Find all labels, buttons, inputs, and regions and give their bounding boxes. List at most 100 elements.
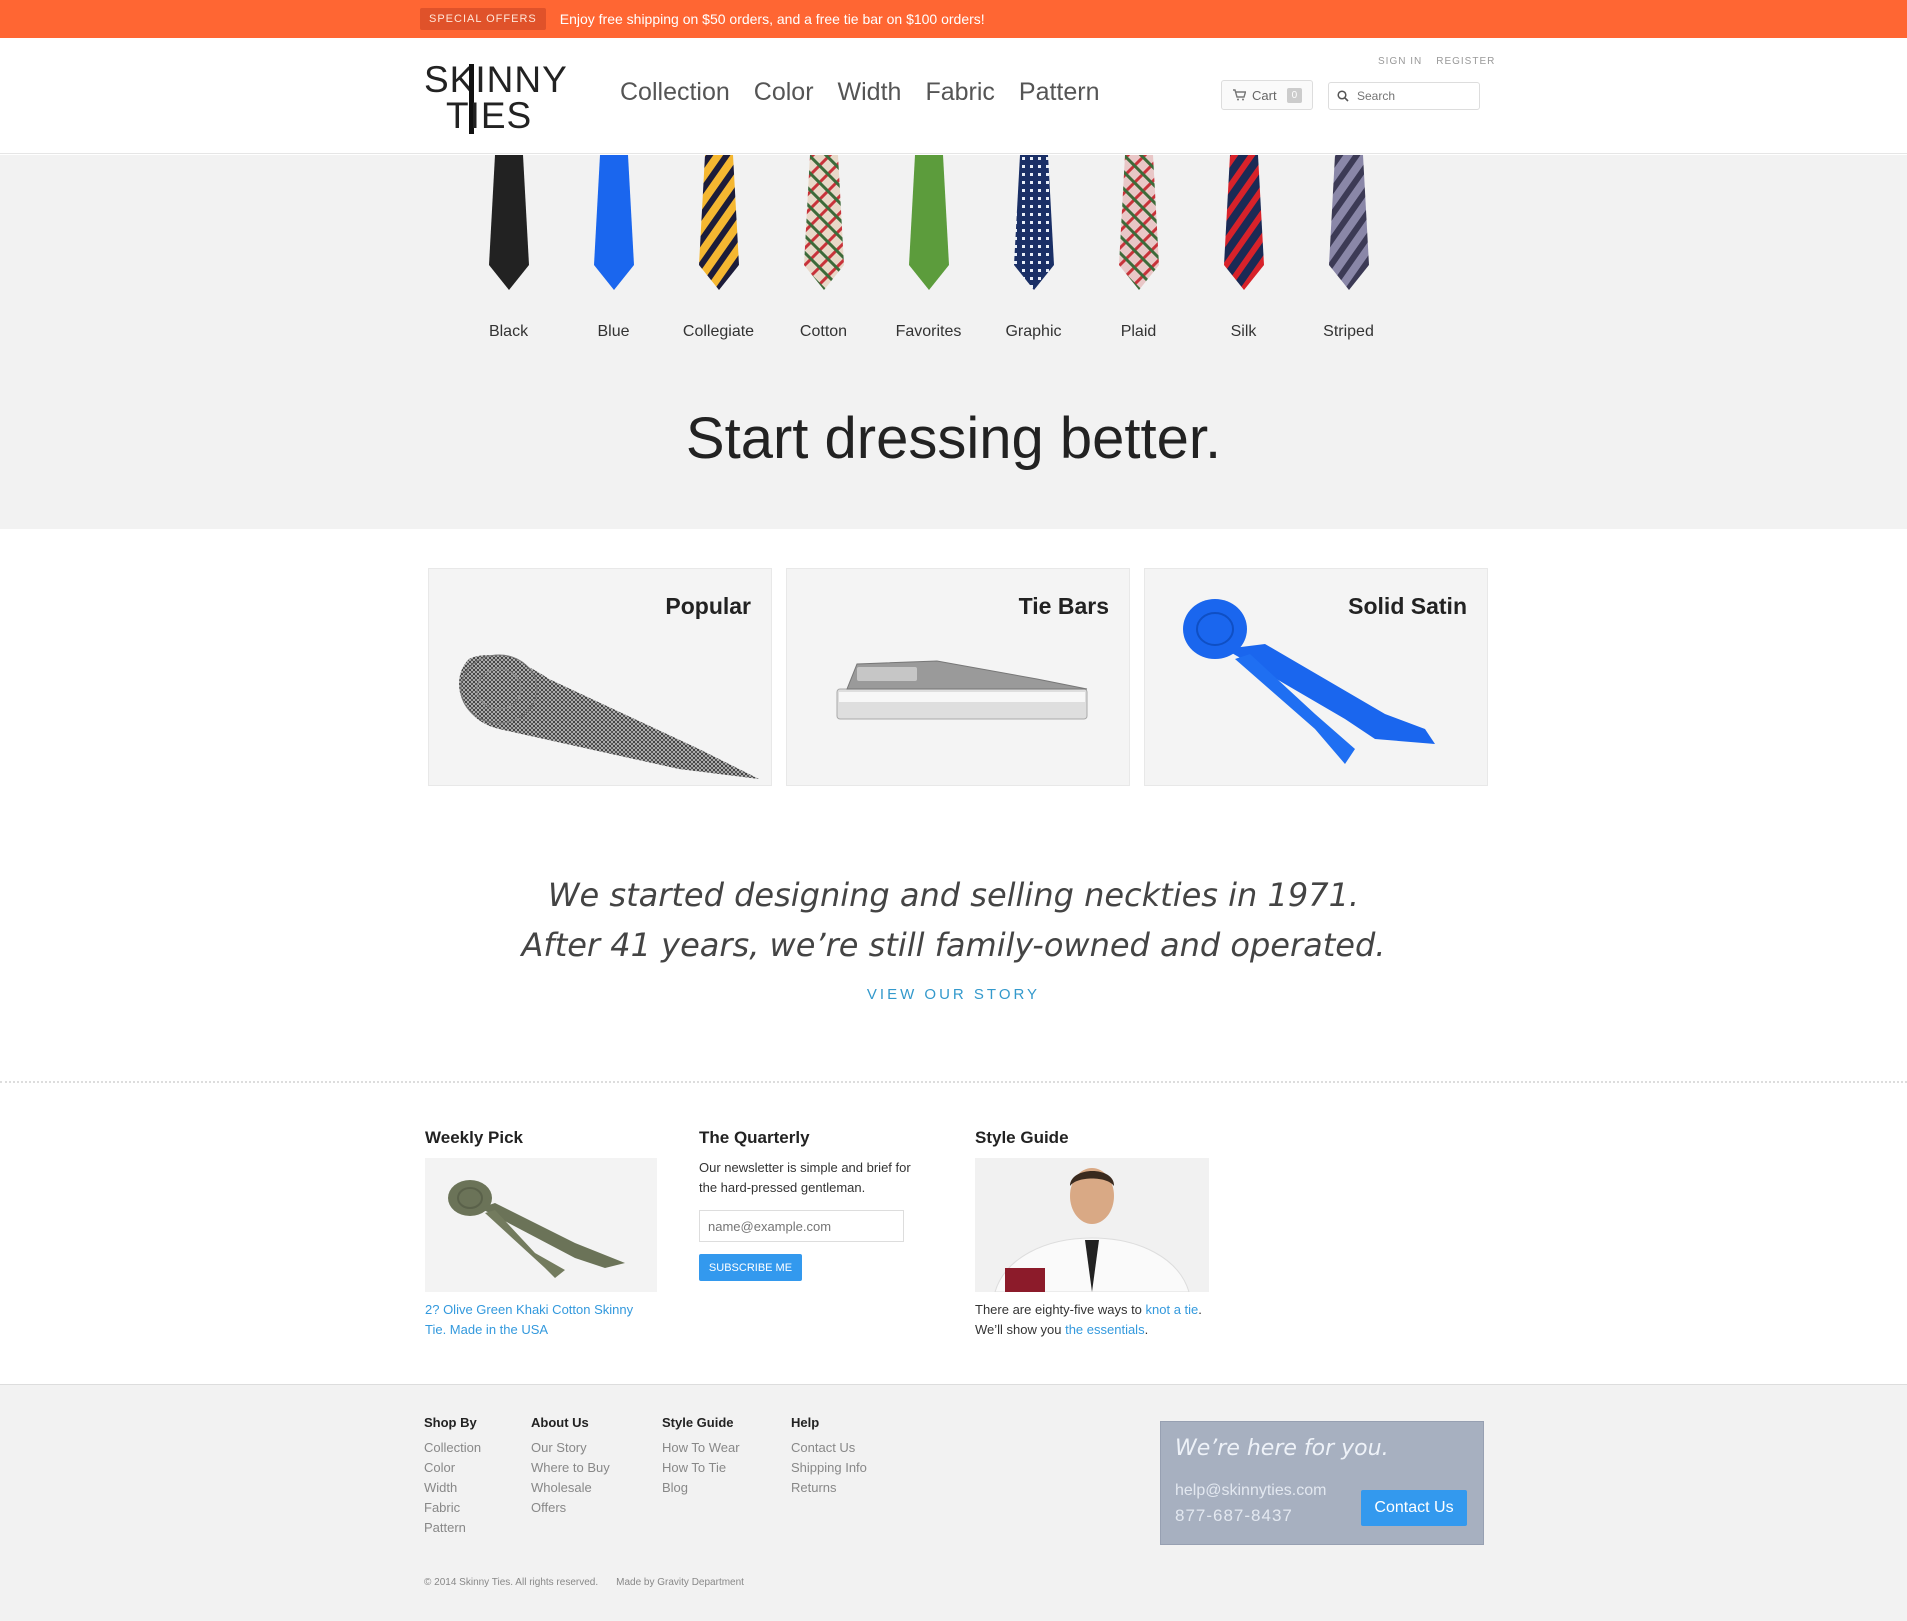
tie-item-blue[interactable]: Blue (561, 155, 666, 341)
search-box (1328, 82, 1480, 110)
nav-width[interactable]: Width (838, 78, 902, 107)
tie-collegiate-image (698, 155, 739, 290)
nav-fabric[interactable]: Fabric (925, 78, 994, 107)
weekly-pick-image[interactable] (425, 1158, 657, 1292)
nav-collection[interactable]: Collection (620, 78, 730, 107)
tie-item-silk[interactable]: Silk (1191, 155, 1296, 341)
style-guide-widget: Style Guide There are eighty-five ways t… (975, 1128, 1209, 1340)
footer-link-our-story[interactable]: Our Story (531, 1438, 610, 1458)
special-offers-badge[interactable]: SPECIAL OFFERS (420, 8, 546, 30)
search-icon (1337, 90, 1349, 102)
contact-email[interactable]: help@skinnyties.com (1175, 1482, 1326, 1500)
footer-col-about-us: About Us Our Story Where to Buy Wholesal… (531, 1415, 610, 1518)
footer-col-title: Style Guide (662, 1415, 734, 1430)
footer-link-color[interactable]: Color (424, 1458, 481, 1478)
footer-link-returns[interactable]: Returns (791, 1478, 867, 1498)
copyright-text: © 2014 Skinny Ties. All rights reserved. (424, 1577, 599, 1588)
tie-black-image (488, 155, 529, 290)
cart-button[interactable]: Cart 0 (1221, 80, 1313, 110)
footer-link-width[interactable]: Width (424, 1478, 481, 1498)
category-solid-satin-title: Solid Satin (1348, 593, 1467, 619)
contact-us-button[interactable]: Contact Us (1361, 1490, 1467, 1526)
cart-icon (1233, 89, 1246, 101)
category-tie-bars-title: Tie Bars (1018, 593, 1109, 619)
logo-line1: SKINNY (424, 59, 568, 100)
footer-link-offers[interactable]: Offers (531, 1498, 610, 1518)
essentials-link[interactable]: the essentials (1065, 1322, 1145, 1337)
category-popular[interactable]: Popular (428, 568, 772, 786)
search-input[interactable] (1357, 89, 1467, 103)
hero-section: Black Blue Collegiate Cotton Favorites Graphi… (0, 155, 1907, 529)
subscribe-button[interactable]: SUBSCRIBE ME (699, 1254, 802, 1281)
footer-link-fabric[interactable]: Fabric (424, 1498, 481, 1518)
footer-link-pattern[interactable]: Pattern (424, 1518, 481, 1538)
footer-link-contact-us[interactable]: Contact Us (791, 1438, 867, 1458)
style-guide-text-3: . (1144, 1322, 1149, 1337)
tie-item-plaid[interactable]: Plaid (1086, 155, 1191, 341)
tie-striped-image (1328, 155, 1369, 290)
footer-link-how-to-tie[interactable]: How To Tie (662, 1458, 740, 1478)
nav-pattern[interactable]: Pattern (1019, 78, 1100, 107)
tie-label: Favorites (895, 323, 962, 340)
tie-label: Graphic (1005, 323, 1062, 340)
tie-item-graphic[interactable]: Graphic (981, 155, 1086, 341)
tie-label: Blue (597, 323, 630, 340)
tie-color-row: Black Blue Collegiate Cotton Favorites Graphi… (456, 155, 1401, 341)
section-divider (0, 1081, 1907, 1083)
tie-silk-image (1223, 155, 1264, 290)
footer-col-shop-by: Shop By Collection Color Width Fabric Pa… (424, 1415, 481, 1538)
tie-label: Plaid (1120, 323, 1157, 340)
footer-link-wholesale[interactable]: Wholesale (531, 1478, 610, 1498)
story-line-1: We started designing and selling necktie… (547, 876, 1360, 914)
view-our-story-link[interactable]: VIEW OUR STORY (0, 986, 1907, 1003)
sign-in-link[interactable]: SIGN IN (1378, 56, 1422, 67)
register-link[interactable]: REGISTER (1436, 56, 1495, 67)
tie-favorites-image (908, 155, 949, 290)
user-links: SIGN IN REGISTER (1378, 56, 1495, 67)
tie-item-collegiate[interactable]: Collegiate (666, 155, 771, 341)
knot-a-tie-link[interactable]: knot a tie (1146, 1302, 1199, 1317)
site-footer: Shop By Collection Color Width Fabric Pa… (0, 1385, 1907, 1621)
promo-text: Enjoy free shipping on $50 orders, and a… (559, 11, 985, 27)
footer-link-where-to-buy[interactable]: Where to Buy (531, 1458, 610, 1478)
tie-label: Striped (1323, 323, 1374, 340)
footer-col-help: Help Contact Us Shipping Info Returns (791, 1415, 867, 1498)
skinny-ties-logo[interactable]: SKINNY TIES (422, 61, 567, 134)
tie-cotton-image (803, 155, 844, 290)
tie-item-striped[interactable]: Striped (1296, 155, 1401, 341)
newsletter-email-input[interactable] (699, 1210, 904, 1242)
footer-link-blog[interactable]: Blog (662, 1478, 740, 1498)
footer-col-title: About Us (531, 1415, 589, 1430)
quarterly-title: The Quarterly (699, 1128, 810, 1147)
tie-label: Cotton (799, 323, 848, 340)
tie-plaid-image (1118, 155, 1159, 290)
quarterly-description: Our newsletter is simple and brief for t… (699, 1160, 911, 1195)
footer-col-style-guide: Style Guide How To Wear How To Tie Blog (662, 1415, 740, 1498)
cart-label: Cart (1252, 87, 1277, 103)
footer-link-shipping-info[interactable]: Shipping Info (791, 1458, 867, 1478)
tie-item-cotton[interactable]: Cotton (771, 155, 876, 341)
tie-blue-image (593, 155, 634, 290)
tagline: Start dressing better. (685, 406, 1222, 471)
style-guide-text: There are eighty-five ways to knot a tie… (975, 1300, 1209, 1340)
weekly-pick-link[interactable]: 2? Olive Green Khaki Cotton Skinny Tie. … (425, 1300, 657, 1340)
style-guide-image[interactable] (975, 1158, 1209, 1292)
made-by-link[interactable]: Made by Gravity Department (616, 1577, 744, 1588)
promo-content: SPECIAL OFFERS Enjoy free shipping on $5… (420, 6, 985, 32)
nav-color[interactable]: Color (754, 78, 814, 107)
gentleman-photo (975, 1158, 1209, 1292)
copyright-row: © 2014 Skinny Ties. All rights reserved.… (424, 1577, 744, 1588)
footer-link-how-to-wear[interactable]: How To Wear (662, 1438, 740, 1458)
style-guide-title: Style Guide (975, 1128, 1069, 1147)
footer-link-collection[interactable]: Collection (424, 1438, 481, 1458)
story-line-2: After 41 years, we’re still family-owned… (521, 926, 1386, 964)
quarterly-widget: The Quarterly Our newsletter is simple a… (699, 1128, 929, 1281)
tie-item-black[interactable]: Black (456, 155, 561, 341)
weekly-pick-widget: Weekly Pick 2? Olive Green Khaki Cotton … (425, 1128, 657, 1340)
category-tie-bars[interactable]: Tie Bars (786, 568, 1130, 786)
promo-bar: SPECIAL OFFERS Enjoy free shipping on $5… (0, 0, 1907, 38)
tie-item-favorites[interactable]: Favorites (876, 155, 981, 341)
category-solid-satin[interactable]: Solid Satin (1144, 568, 1488, 786)
weekly-pick-title: Weekly Pick (425, 1128, 523, 1147)
cart-count-badge: 0 (1286, 87, 1303, 103)
